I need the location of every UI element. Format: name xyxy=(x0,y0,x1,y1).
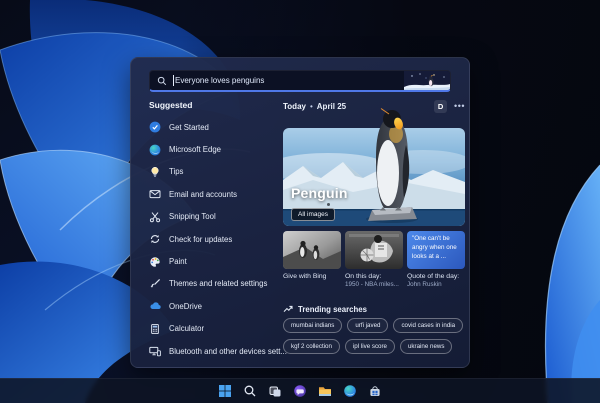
suggested-item-label: Paint xyxy=(169,257,187,267)
paint-icon xyxy=(150,256,160,267)
penguin-photo-cutout xyxy=(366,107,418,223)
profile-badge[interactable]: D xyxy=(434,99,448,113)
card-quote-of-the-day[interactable]: "One can't be angry when one looks at a … xyxy=(407,231,465,288)
task-view-button[interactable] xyxy=(266,382,284,400)
store-icon xyxy=(370,386,380,396)
suggested-item-check-updates[interactable]: Check for updates xyxy=(149,228,281,250)
desktop: Suggested Get Started Microsoft Edge xyxy=(0,0,600,403)
card-caption: Quote of the day: xyxy=(407,273,460,280)
email-icon xyxy=(149,190,161,199)
trending-pill[interactable]: mumbai indians xyxy=(283,318,343,333)
store-button[interactable] xyxy=(366,382,384,400)
suggested-item-tips[interactable]: Tips xyxy=(149,161,281,183)
card-caption: Give with Bing xyxy=(283,273,327,280)
card-subcaption: John Ruskin xyxy=(407,281,442,288)
suggested-item-label: Themes and related settings xyxy=(169,279,268,289)
bluetooth-icon xyxy=(149,346,161,357)
edge-button[interactable] xyxy=(341,382,359,400)
themes-icon xyxy=(150,278,161,288)
carousel-dot xyxy=(327,203,330,206)
edge-icon xyxy=(149,144,161,155)
suggested-item-label: Tips xyxy=(169,167,184,177)
windows-logo-icon xyxy=(219,385,231,397)
file-explorer-icon xyxy=(319,387,331,396)
get-started-icon xyxy=(149,121,161,133)
trending-header: Trending searches xyxy=(283,304,367,314)
suggested-item-label: Snipping Tool xyxy=(169,212,216,222)
edge-logo-icon xyxy=(344,385,356,397)
search-flyout-panel: Suggested Get Started Microsoft Edge xyxy=(130,57,470,368)
suggested-item-label: Email and accounts xyxy=(169,189,238,199)
trending-pill[interactable]: ukraine news xyxy=(399,339,453,354)
text-caret xyxy=(173,75,174,86)
trending-pill[interactable]: kgf 2 collection xyxy=(283,339,340,354)
suggested-item-bluetooth-devices[interactable]: Bluetooth and other devices sett... xyxy=(149,340,287,362)
start-button[interactable] xyxy=(216,382,234,400)
suggested-heading: Suggested xyxy=(149,100,193,110)
today-label: Today xyxy=(283,101,306,111)
suggested-item-onedrive[interactable]: OneDrive xyxy=(149,295,281,317)
card-on-this-day[interactable]: On this day: 1950 - NBA miles... xyxy=(345,231,403,288)
trending-title: Trending searches xyxy=(298,304,367,314)
suggested-item-label: Check for updates xyxy=(169,234,233,244)
suggested-item-label: Get Started xyxy=(169,122,209,132)
more-options-icon[interactable]: ••• xyxy=(454,102,465,111)
suggested-item-snipping-tool[interactable]: Snipping Tool xyxy=(149,206,281,228)
search-icon xyxy=(157,76,167,85)
task-view-icon xyxy=(269,386,281,397)
trending-icon xyxy=(283,305,293,312)
suggested-item-calculator[interactable]: Calculator xyxy=(149,318,281,340)
taskbar xyxy=(0,378,600,403)
onedrive-icon xyxy=(150,302,161,310)
today-date: April 25 xyxy=(316,101,347,111)
all-images-button[interactable]: All images xyxy=(291,207,335,221)
trending-pills: mumbai indians urfi javed covid cases in… xyxy=(283,318,469,354)
trending-pill[interactable]: covid cases in india xyxy=(393,318,464,333)
penguin-night-illustration xyxy=(404,71,450,90)
card-caption: On this day: xyxy=(345,273,382,280)
today-separator: • xyxy=(309,101,313,111)
suggested-item-label: Calculator xyxy=(169,324,205,334)
chat-icon xyxy=(294,385,306,397)
trending-pill[interactable]: ipl live score xyxy=(344,339,395,354)
search-glyph-icon xyxy=(244,385,256,397)
suggested-item-label: OneDrive xyxy=(169,301,202,311)
tips-icon xyxy=(151,166,159,177)
snipping-tool-icon xyxy=(149,212,161,222)
suggested-item-get-started[interactable]: Get Started xyxy=(149,116,281,138)
chat-button[interactable] xyxy=(291,382,309,400)
give-with-bing-photo xyxy=(283,231,341,269)
suggested-list: Get Started Microsoft Edge Tips Email an… xyxy=(149,116,287,362)
on-this-day-photo xyxy=(345,231,403,269)
suggested-item-label: Microsoft Edge xyxy=(169,145,222,155)
card-give-with-bing[interactable]: Give with Bing xyxy=(283,231,341,280)
file-explorer-button[interactable] xyxy=(316,382,334,400)
quote-tile: "One can't be angry when one looks at a … xyxy=(407,231,465,269)
trending-pill[interactable]: urfi javed xyxy=(347,318,389,333)
suggested-item-email-accounts[interactable]: Email and accounts xyxy=(149,183,281,205)
taskbar-search-button[interactable] xyxy=(241,382,259,400)
search-bar[interactable] xyxy=(149,70,451,92)
calculator-icon xyxy=(151,323,159,334)
quote-text: "One can't be angry when one looks at a … xyxy=(412,235,457,260)
suggested-item-label: Bluetooth and other devices sett... xyxy=(169,346,287,356)
suggested-item-microsoft-edge[interactable]: Microsoft Edge xyxy=(149,138,281,160)
card-subcaption: 1950 - NBA miles... xyxy=(345,281,399,288)
hero-title: Penguin xyxy=(291,185,348,201)
suggested-item-paint[interactable]: Paint xyxy=(149,250,281,272)
updates-icon xyxy=(150,235,160,244)
suggested-item-themes[interactable]: Themes and related settings xyxy=(149,273,281,295)
